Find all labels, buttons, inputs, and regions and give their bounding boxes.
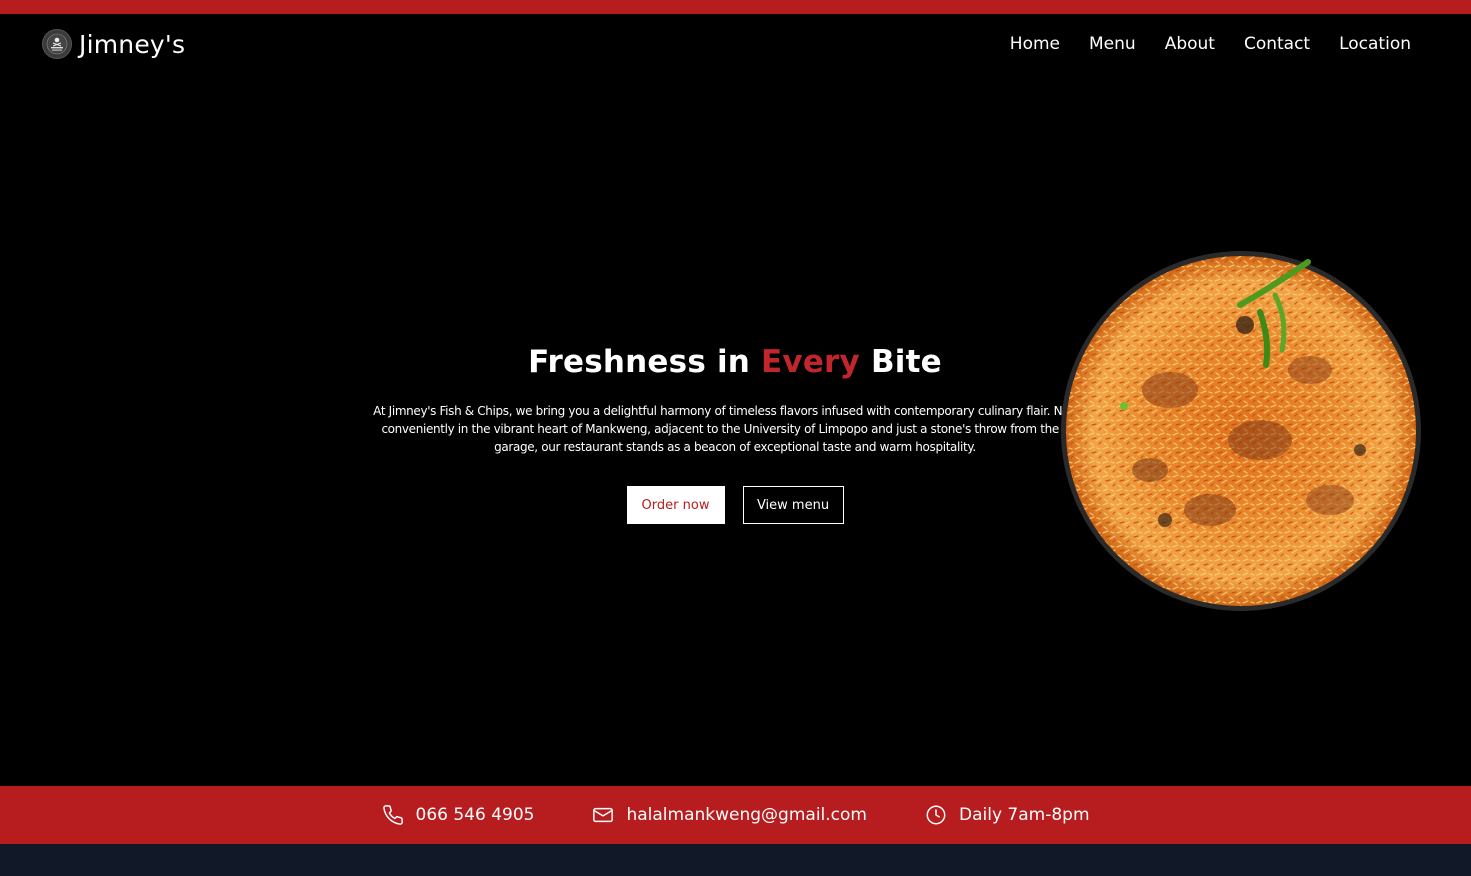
- hero-description: At Jimney's Fish & Chips, we bring you a…: [373, 404, 1097, 454]
- hero-title: Freshness in Every Bite: [360, 344, 1110, 380]
- main-nav: Home Menu About Contact Location: [1010, 34, 1411, 54]
- hero-title-start: Freshness in: [528, 344, 762, 380]
- email-address: halalmankweng@gmail.com: [626, 805, 867, 825]
- contact-bar: 066 546 4905 halalmankweng@gmail.com Dai…: [0, 786, 1471, 844]
- order-now-button[interactable]: Order now: [626, 486, 725, 524]
- footer-band: [0, 844, 1471, 876]
- hero-section: Freshness in Every Bite At Jimney's Fish…: [360, 344, 1110, 524]
- view-menu-button[interactable]: View menu: [742, 486, 844, 524]
- page: Jimney's Home Menu About Contact Locatio…: [0, 0, 1471, 876]
- clock-icon: [925, 804, 947, 826]
- nav-home[interactable]: Home: [1010, 34, 1060, 54]
- hero-title-end: Bite: [859, 344, 942, 380]
- contact-hours: Daily 7am-8pm: [925, 804, 1090, 826]
- mail-icon: [592, 804, 614, 826]
- opening-hours: Daily 7am-8pm: [958, 805, 1090, 825]
- contact-phone[interactable]: 066 546 4905: [382, 804, 535, 826]
- halal-logo-icon: [42, 29, 72, 59]
- contact-email[interactable]: halalmankweng@gmail.com: [592, 804, 867, 826]
- hero-buttons: Order now View menu: [360, 486, 1110, 524]
- nav-location[interactable]: Location: [1339, 34, 1411, 54]
- nav-contact[interactable]: Contact: [1244, 34, 1310, 54]
- top-accent-stripe: [0, 0, 1471, 14]
- brand-name: Jimney's: [79, 29, 186, 59]
- phone-number: 066 546 4905: [415, 805, 535, 825]
- biryani-dish-image: [1060, 250, 1422, 612]
- phone-icon: [382, 804, 404, 826]
- nav-menu[interactable]: Menu: [1089, 34, 1136, 54]
- brand[interactable]: Jimney's: [42, 29, 185, 59]
- navbar: Jimney's Home Menu About Contact Locatio…: [0, 14, 1471, 76]
- nav-about[interactable]: About: [1165, 34, 1215, 54]
- hero-title-accent: Every: [761, 344, 860, 380]
